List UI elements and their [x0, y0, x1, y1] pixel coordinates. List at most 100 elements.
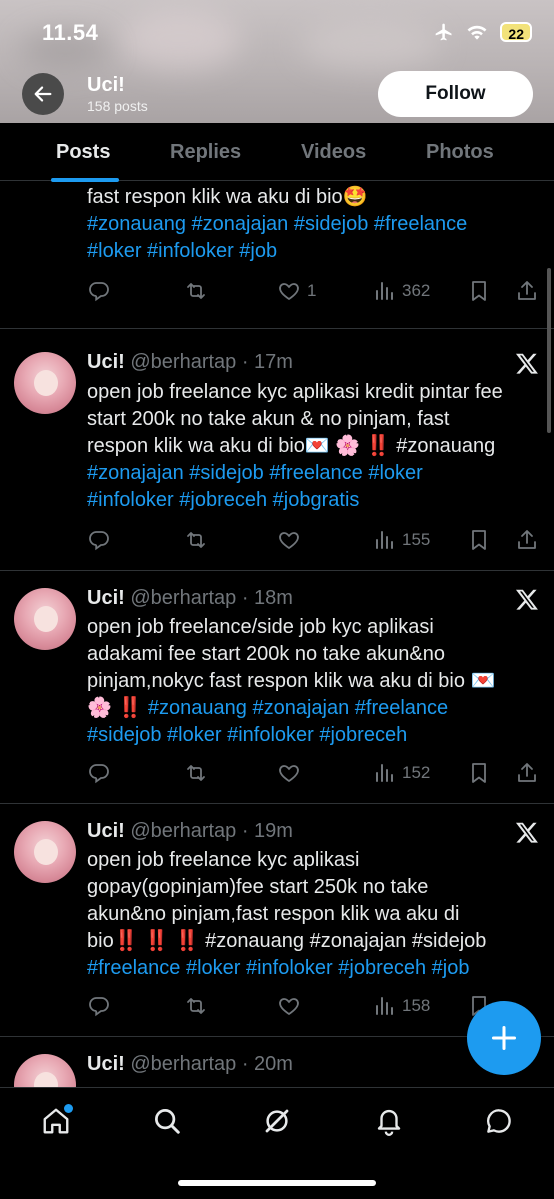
tweet-text: open job freelance kyc aplikasi gopay(go…	[87, 847, 542, 982]
author-name[interactable]: Uci!	[87, 1053, 125, 1075]
tweet-header: Uci! @berhartap · 20m	[87, 1053, 293, 1076]
views-icon	[376, 531, 393, 549]
like-icon	[279, 765, 299, 783]
share-icon	[518, 281, 536, 300]
repost-icon	[187, 998, 205, 1014]
repost-button[interactable]	[184, 991, 208, 1021]
repost-button[interactable]	[184, 276, 208, 306]
repost-button[interactable]	[184, 525, 208, 555]
reply-icon	[89, 764, 109, 784]
repost-button[interactable]	[184, 758, 208, 788]
tweet-text: open job freelance/side job kyc aplikasi…	[87, 614, 542, 749]
profile-tabs: Posts Replies Videos Photos	[0, 123, 554, 182]
tweet-hashtags[interactable]: #zonauang #zonajajan #sidejob #freelance	[87, 211, 542, 238]
tab-photos[interactable]: Photos	[426, 141, 494, 164]
tab-replies[interactable]: Replies	[170, 141, 241, 164]
x-logo-icon	[515, 589, 538, 610]
like-button[interactable]: 1	[277, 276, 316, 306]
tweet-hashtags[interactable]: #loker #infoloker #job	[87, 238, 542, 265]
tweet-line: bio‼️ ‼️ ‼️ #zonauang #zonajajan #sidejo…	[87, 930, 487, 952]
views-button[interactable]: 158	[372, 991, 430, 1021]
reply-icon	[89, 997, 109, 1017]
share-button[interactable]	[515, 525, 539, 555]
tweet-time: · 20m	[241, 1053, 293, 1075]
nav-search[interactable]	[152, 1106, 182, 1136]
wifi-icon	[467, 25, 487, 40]
arrow-left-icon	[34, 86, 52, 102]
tweet-hashtags[interactable]: 🌸 ‼️ #zonauang #zonajajan #freelance	[87, 695, 542, 722]
views-button[interactable]: 362	[372, 276, 430, 306]
repost-icon	[187, 765, 205, 781]
profile-post-count: 158 posts	[87, 98, 148, 114]
author-handle[interactable]: @berhartap	[130, 820, 236, 842]
tweet-time: · 17m	[241, 351, 293, 373]
author-handle[interactable]: @berhartap	[130, 351, 236, 373]
reply-button[interactable]	[87, 758, 111, 788]
follow-button[interactable]: Follow	[378, 71, 533, 117]
bookmark-button[interactable]	[467, 525, 491, 555]
nav-grok[interactable]	[262, 1106, 292, 1136]
back-button[interactable]	[22, 73, 64, 115]
author-name[interactable]: Uci!	[87, 351, 125, 373]
notifications-icon	[377, 1109, 401, 1136]
like-icon	[279, 283, 299, 301]
nav-notifications[interactable]	[374, 1106, 404, 1136]
avatar[interactable]	[14, 588, 76, 650]
tweet[interactable]: Uci! @berhartap · 19m open job freelance…	[0, 804, 554, 1037]
author-handle[interactable]: @berhartap	[130, 587, 236, 609]
compose-button[interactable]	[467, 1001, 541, 1075]
share-button[interactable]	[515, 276, 539, 306]
repost-icon	[187, 532, 205, 548]
reply-button[interactable]	[87, 276, 111, 306]
avatar[interactable]	[14, 1054, 76, 1087]
search-icon	[155, 1109, 180, 1134]
nav-messages[interactable]	[484, 1106, 514, 1136]
avatar[interactable]	[14, 352, 76, 414]
like-icon	[279, 998, 299, 1016]
bookmark-button[interactable]	[467, 758, 491, 788]
tweet-hashtags[interactable]: #sidejob #loker #infoloker #jobreceh	[87, 722, 542, 749]
tweet-hashtags[interactable]: #infoloker #jobreceh #jobgratis	[87, 487, 542, 514]
like-button[interactable]	[277, 991, 301, 1021]
reply-button[interactable]	[87, 525, 111, 555]
tweet-line: akun&no pinjam,fast respon klik wa aku d…	[87, 903, 460, 925]
like-count: 1	[307, 281, 317, 300]
x-logo-icon	[515, 353, 538, 374]
home-indicator[interactable]	[178, 1180, 376, 1186]
nav-home[interactable]	[41, 1104, 73, 1136]
tweet-hashtags[interactable]: #zonajajan #sidejob #freelance #loker	[87, 460, 542, 487]
avatar[interactable]	[14, 821, 76, 883]
profile-header: 11.54 22 Uci! 158 posts Follow	[0, 0, 554, 123]
tweet-hashtags[interactable]: #freelance #loker #infoloker #jobreceh #…	[87, 955, 542, 982]
view-count: 158	[402, 996, 431, 1015]
views-button[interactable]: 155	[372, 525, 430, 555]
tweet-line: respon klik wa aku di bio💌 🌸 ‼️ #zonauan…	[87, 435, 496, 457]
scrollbar[interactable]	[547, 268, 551, 433]
tweet-line: pinjam,nokyc fast respon klik wa aku di …	[87, 670, 496, 692]
profile-name: Uci!	[87, 74, 125, 96]
views-icon	[376, 764, 393, 782]
tweet-header: Uci! @berhartap · 19m	[87, 820, 293, 843]
status-icons: 22	[434, 22, 532, 42]
bookmark-button[interactable]	[467, 276, 491, 306]
tweet-line: open job freelance kyc aplikasi	[87, 849, 360, 871]
views-button[interactable]: 152	[372, 758, 430, 788]
tweet[interactable]: Uci! @berhartap · 17m open job freelance…	[0, 329, 554, 571]
like-button[interactable]	[277, 525, 301, 555]
tweet[interactable]: Uci! @berhartap · 18m open job freelance…	[0, 571, 554, 804]
status-time: 11.54	[42, 20, 99, 45]
reply-button[interactable]	[87, 991, 111, 1021]
view-count: 152	[402, 763, 431, 782]
tab-posts[interactable]: Posts	[56, 141, 110, 164]
tweet-text: fast respon klik wa aku di bio🤩 #zonauan…	[87, 184, 542, 265]
author-name[interactable]: Uci!	[87, 587, 125, 609]
grok-icon	[265, 1109, 289, 1133]
share-button[interactable]	[515, 758, 539, 788]
author-name[interactable]: Uci!	[87, 820, 125, 842]
like-button[interactable]	[277, 758, 301, 788]
tab-videos[interactable]: Videos	[301, 141, 366, 164]
author-handle[interactable]: @berhartap	[130, 1053, 236, 1075]
tweet-line: open job freelance kyc aplikasi kredit p…	[87, 381, 503, 403]
tweet[interactable]: fast respon klik wa aku di bio🤩 #zonauan…	[0, 181, 554, 329]
posts-feed[interactable]: fast respon klik wa aku di bio🤩 #zonauan…	[0, 181, 554, 1087]
